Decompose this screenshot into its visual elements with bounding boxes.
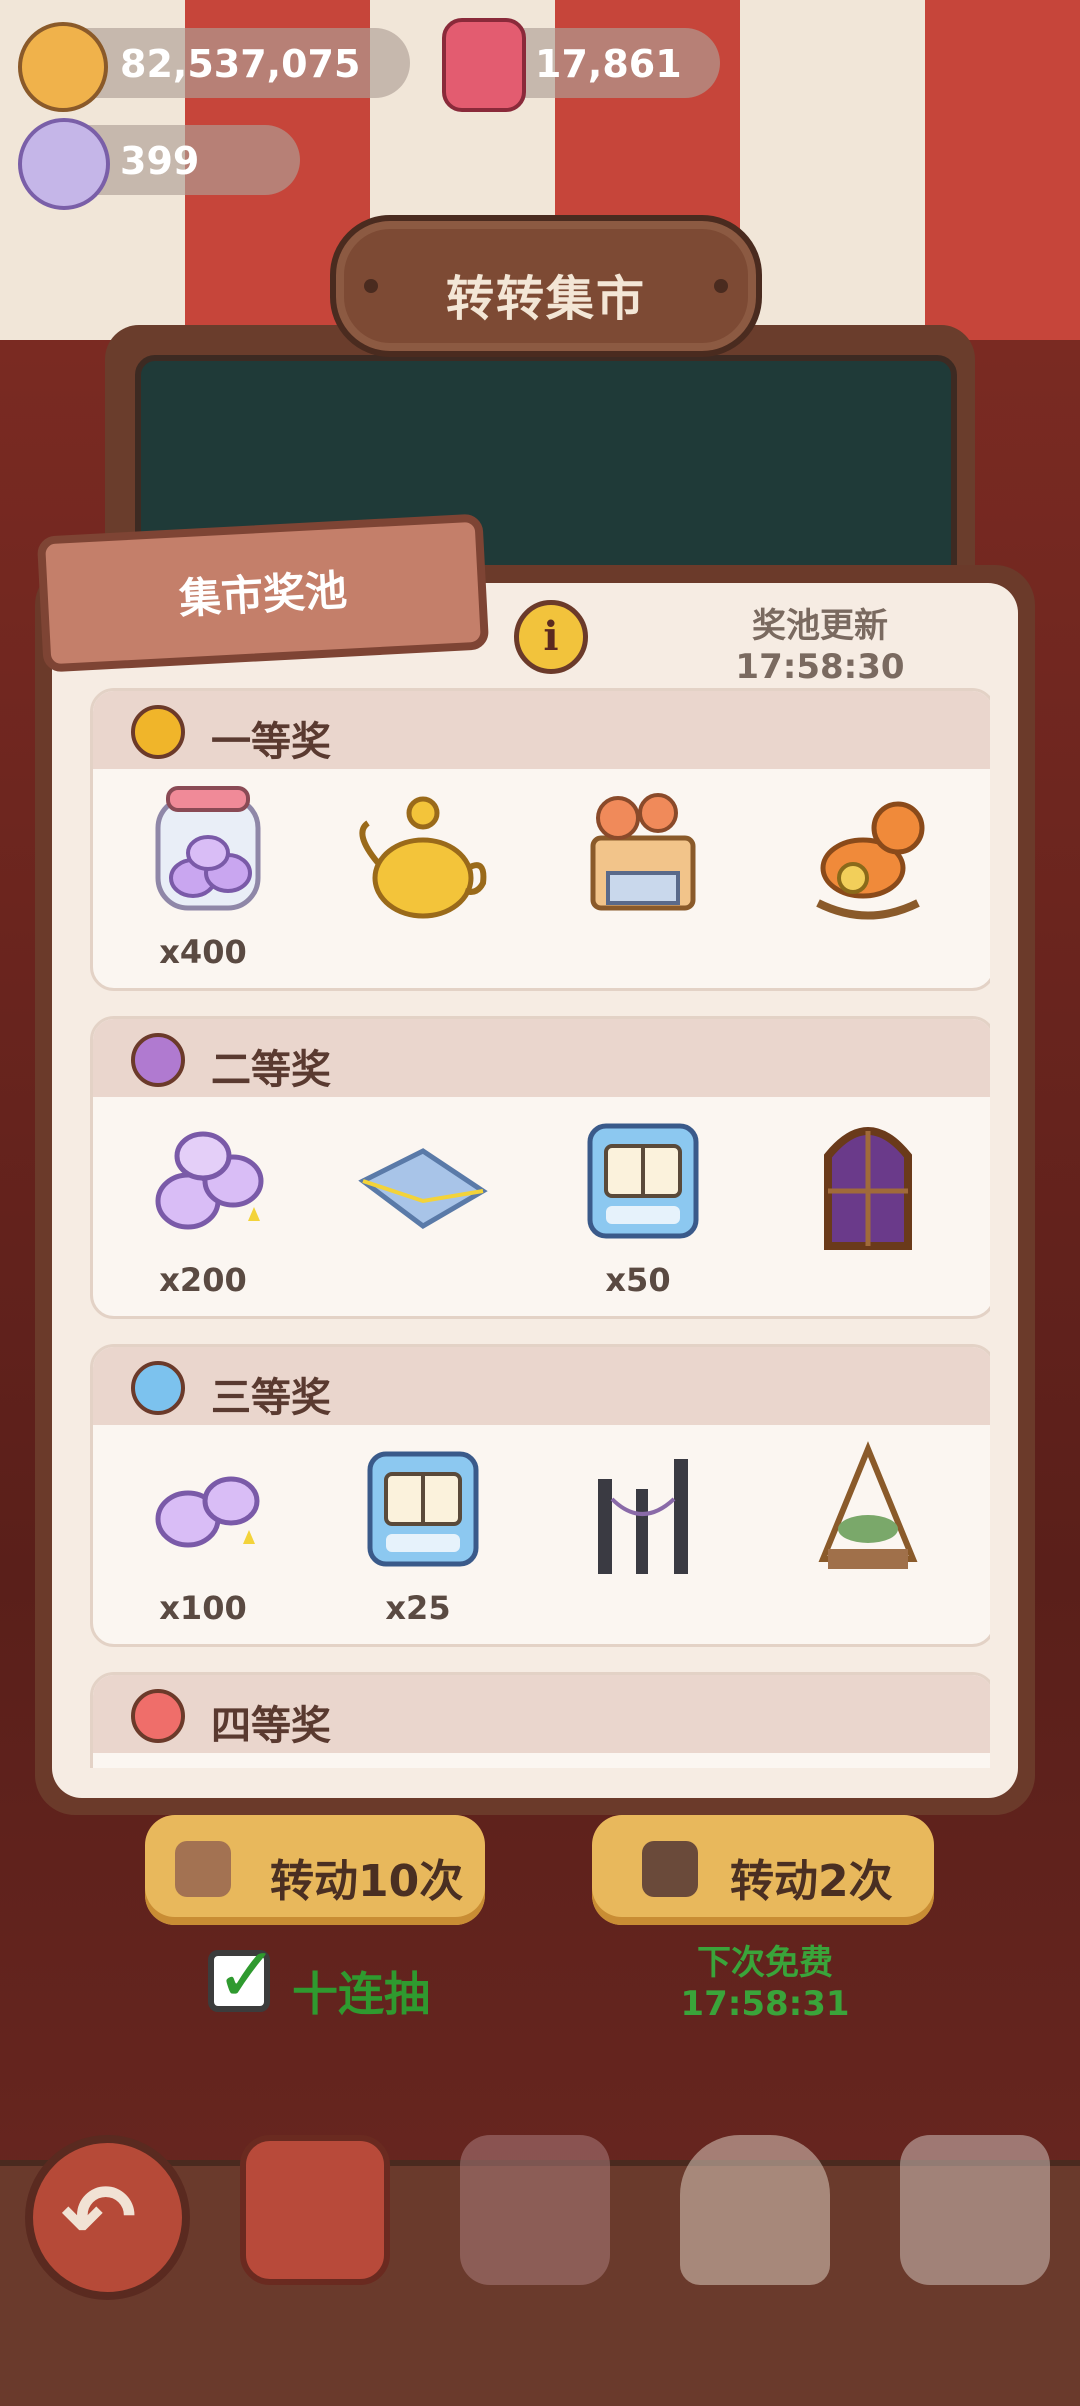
tier-ball-icon (131, 1361, 185, 1415)
candy-jar-icon (155, 786, 261, 911)
prize-item[interactable] (538, 1427, 738, 1642)
info-button[interactable]: i (514, 600, 588, 674)
spin-2-label: 转动2次 (730, 1856, 893, 1907)
prize-pool-tab: 集市奖池 (36, 513, 490, 673)
prize-item[interactable]: x400 (103, 771, 303, 986)
prize-qty: x100 (159, 1589, 247, 1627)
next-free-label: 下次免费 (697, 1943, 833, 1983)
prize-qty: x25 (385, 1589, 451, 1627)
prize-item[interactable] (318, 771, 518, 986)
book-ticket-icon (587, 1123, 699, 1239)
spin-10-label: 转动10次 (270, 1856, 464, 1907)
spin-10-button[interactable]: 转动10次 (145, 1815, 485, 1925)
prize-qty: x200 (159, 1261, 247, 1299)
tier-ball-icon (131, 705, 185, 759)
pool-refresh-label: 奖池更新 (752, 606, 888, 646)
plant-swing-icon (818, 1441, 918, 1569)
market-carousel-icon[interactable] (240, 2135, 390, 2285)
pool-refresh-timer: 17:58:30 (735, 647, 905, 687)
ten-draw-label: 十连抽 (292, 1967, 430, 2021)
back-arrow-icon: ↶ (61, 2165, 137, 2270)
prize-tier: 二等奖 x200 x50 (90, 1016, 990, 1319)
market-sign: 转转集市 (330, 215, 762, 357)
tier-items: x400 (93, 771, 990, 986)
prize-qty: x50 (605, 1261, 671, 1299)
candy-pile-icon (155, 1131, 264, 1230)
prize-pool-title: 集市奖池 (177, 565, 349, 624)
gift-cake-icon[interactable] (900, 2135, 1050, 2285)
tier-name: 四等奖 (211, 1703, 331, 1749)
jelly-gem-icon (442, 18, 526, 112)
cookie-coin-icon (18, 22, 108, 112)
tier-name: 三等奖 (211, 1375, 331, 1421)
tier-header: 一等奖 (93, 691, 990, 769)
pool-refresh: 奖池更新 17:58:30 (720, 598, 920, 687)
mushroom-house-icon[interactable] (680, 2135, 830, 2285)
arched-window-icon (824, 1127, 912, 1250)
prize-item[interactable] (763, 771, 963, 986)
back-button[interactable]: ↶ (25, 2135, 190, 2300)
candy-value: 399 (120, 139, 200, 183)
tier-header: 三等奖 (93, 1347, 990, 1425)
prize-tier: 三等奖 x100 x25 (90, 1344, 990, 1647)
candy-icon (18, 118, 110, 210)
golden-teapot-icon (359, 796, 487, 919)
prize-qty: x400 (159, 933, 247, 971)
tier-ball-icon (131, 1033, 185, 1087)
outfit-shop-icon[interactable] (460, 2135, 610, 2285)
prize-item[interactable]: x100 (103, 1427, 303, 1642)
prize-item[interactable]: x25 (318, 1427, 518, 1642)
prize-item[interactable] (763, 1427, 963, 1642)
market-stall-icon (590, 793, 696, 911)
next-free: 下次免费 17:58:31 (660, 1935, 870, 2024)
tier-header: 二等奖 (93, 1019, 990, 1097)
gem-value: 17,861 (535, 42, 682, 86)
tier-items: x100 x25 (93, 1427, 990, 1642)
tier-name: 一等奖 (211, 719, 331, 765)
prize-tier: 一等奖 x400 (90, 688, 990, 991)
page-title: 转转集市 (445, 271, 646, 327)
checkmark-icon: ✓ (215, 1930, 279, 2019)
blue-envelope-icon (358, 1148, 488, 1229)
tier-header: 四等奖 (93, 1675, 990, 1753)
prize-item[interactable] (318, 1099, 518, 1314)
next-free-timer: 17:58:31 (680, 1984, 850, 2024)
tier-items: x200 x50 (93, 1099, 990, 1314)
prize-item[interactable]: x50 (538, 1099, 738, 1314)
coin-value: 82,537,075 (120, 42, 361, 86)
tier-ball-icon (131, 1689, 185, 1743)
spider-gate-icon (598, 1459, 688, 1574)
spin-2-button[interactable]: 转动2次 (592, 1815, 934, 1925)
prize-item[interactable]: x200 (103, 1099, 303, 1314)
tier-name: 二等奖 (211, 1047, 331, 1093)
prize-item[interactable] (763, 1099, 963, 1314)
rocking-horse-icon (816, 801, 925, 920)
ticket-icon (175, 1841, 231, 1897)
candy-small-icon (155, 1476, 260, 1548)
prize-tier: 四等奖 (90, 1672, 990, 1768)
prize-list[interactable]: 一等奖 x400 二等奖 x200 x50 三等奖 x100 x25 四等奖 (90, 688, 990, 1768)
prize-item[interactable] (538, 771, 738, 986)
video-ad-icon (642, 1841, 698, 1897)
book-ticket-icon (367, 1451, 479, 1567)
